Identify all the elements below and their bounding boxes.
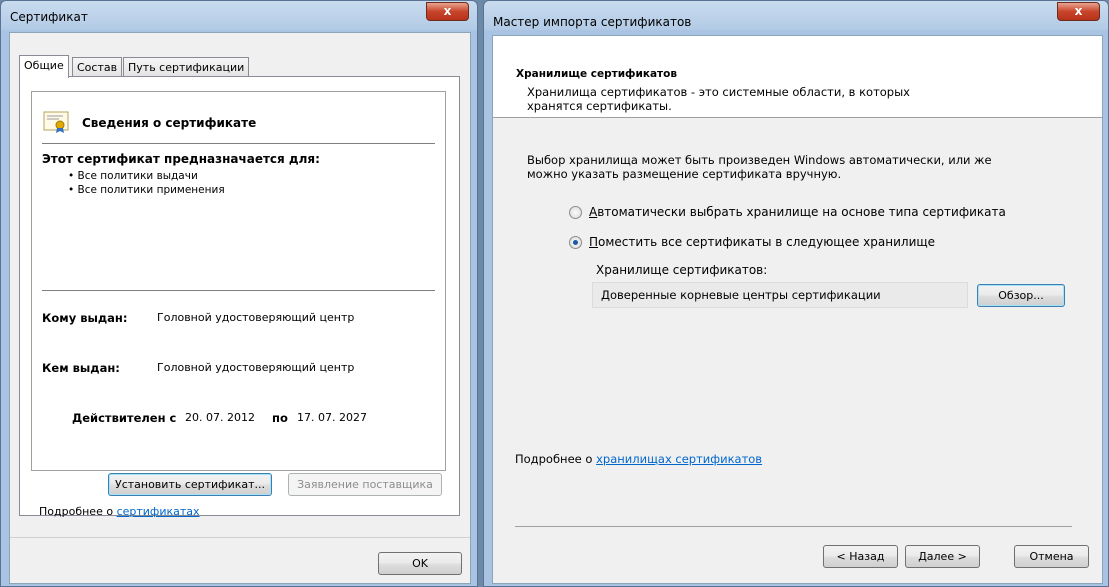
wizard-header: Хранилище сертификатов Хранилища сертифи… (493, 36, 1102, 118)
purpose-list: • Все политики выдачи • Все политики при… (68, 169, 225, 197)
browse-button[interactable]: Обзор... (977, 284, 1065, 307)
header-description-line: хранятся сертификаты. (527, 99, 672, 113)
certificate-stores-link[interactable]: хранилищах сертификатов (596, 452, 762, 466)
issuer-statement-button[interactable]: Заявление поставщика (288, 473, 442, 496)
general-tab-panel: Сведения о сертификате Этот сертификат п… (19, 76, 460, 516)
divider (42, 143, 435, 144)
separator (10, 537, 470, 538)
purpose-item: • Все политики применения (68, 184, 225, 196)
place-in-store-text: оместить все сертификаты в следующее хра… (598, 235, 936, 249)
install-certificate-button[interactable]: Установить сертификат... (108, 473, 272, 496)
cancel-button[interactable]: Отмена (1014, 545, 1089, 568)
certificate-icon (43, 111, 69, 133)
place-in-store-accel: П (589, 235, 599, 249)
auto-select-store-radio[interactable] (569, 206, 582, 219)
place-in-store-label[interactable]: Поместить все сертификаты в следующее хр… (589, 235, 935, 249)
tab-general[interactable]: Общие (19, 55, 69, 78)
import-wizard-window: Мастер импорта сертификатов x Хранилище … (483, 0, 1109, 587)
tab-certification-path[interactable]: Путь сертификации (123, 57, 250, 77)
auto-select-store-label[interactable]: Автоматически выбрать хранилище на основ… (589, 205, 1006, 219)
header-description: Хранилища сертификатов - это системные о… (527, 85, 910, 113)
valid-from-label: Действителен с (72, 411, 177, 425)
issued-by-label: Кем выдан: (42, 361, 120, 375)
close-button[interactable]: x (1057, 2, 1100, 21)
auto-select-store-text: втоматически выбрать хранилище на основе… (597, 205, 1006, 219)
more-info-line: Подробнее о сертификатах (39, 505, 200, 518)
issued-to-label: Кому выдан: (42, 311, 128, 325)
certificate-store-field: Доверенные корневые центры сертификации (592, 282, 968, 308)
certificate-info-heading: Сведения о сертификате (82, 116, 257, 130)
back-button[interactable]: < Назад (823, 545, 898, 568)
header-title: Хранилище сертификатов (516, 68, 677, 80)
valid-from-value: 20. 07. 2012 (185, 411, 255, 424)
issued-to-value: Головной удостоверяющий центр (157, 311, 355, 324)
more-info-prefix: Подробнее о (515, 452, 593, 466)
auto-select-store-accel: А (589, 205, 598, 219)
header-description-line: Хранилища сертификатов - это системные о… (527, 85, 910, 99)
footer-separator (515, 526, 1072, 527)
tab-details[interactable]: Состав (72, 57, 123, 77)
ok-button[interactable]: OK (378, 552, 462, 575)
title-bar: Сертификат x (1, 1, 477, 31)
valid-to-value: 17. 07. 2027 (297, 411, 367, 424)
certificate-window: Сертификат x Общие Состав Путь сертифика… (0, 0, 478, 587)
window-title: Мастер импорта сертификатов (493, 15, 692, 29)
close-button[interactable]: x (426, 2, 469, 21)
issued-by-value: Головной удостоверяющий центр (157, 361, 355, 374)
place-in-store-radio[interactable] (569, 236, 582, 249)
wizard-body: Хранилище сертификатов Хранилища сертифи… (492, 35, 1103, 584)
certificate-info-box: Сведения о сертификате Этот сертификат п… (31, 91, 446, 471)
store-selection-text: Выбор хранилища может быть произведен Wi… (527, 153, 992, 181)
certificates-link[interactable]: сертификатах (117, 505, 200, 518)
purpose-item: • Все политики выдачи (68, 170, 198, 182)
title-bar: Мастер импорта сертификатов x (484, 1, 1108, 31)
divider (42, 290, 435, 291)
store-selection-line: Выбор хранилища может быть произведен Wi… (527, 153, 992, 167)
certificate-dialog-body: Общие Состав Путь сертификации Сведения … (9, 32, 471, 584)
next-button[interactable]: Далее > (905, 545, 980, 568)
valid-to-label: по (272, 411, 288, 425)
more-info-prefix: Подробнее о (39, 505, 114, 518)
certificate-store-label: Хранилище сертификатов: (596, 263, 768, 277)
purpose-title: Этот сертификат предназначается для: (42, 152, 320, 166)
store-selection-line: можно указать размещение сертификата вру… (527, 167, 842, 181)
window-title: Сертификат (10, 10, 88, 24)
more-info-line: Подробнее о хранилищах сертификатов (515, 452, 762, 466)
